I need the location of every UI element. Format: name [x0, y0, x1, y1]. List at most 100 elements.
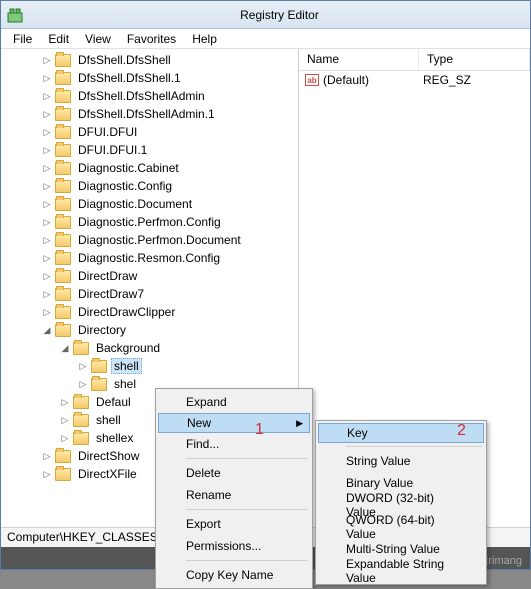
folder-icon	[55, 270, 71, 283]
tree-item[interactable]: ▷Diagnostic.Config	[9, 177, 298, 195]
tree-item[interactable]: ▷DirectDrawClipper	[9, 303, 298, 321]
folder-icon	[55, 306, 71, 319]
expand-icon[interactable]: ▷	[41, 234, 53, 246]
context-submenu-new: Key String Value Binary Value DWORD (32-…	[315, 420, 487, 585]
folder-icon	[55, 54, 71, 67]
expand-icon[interactable]: ▷	[77, 360, 89, 372]
ctx-export[interactable]: Export	[158, 513, 310, 535]
menu-favorites[interactable]: Favorites	[119, 30, 184, 48]
ctx-rename[interactable]: Rename	[158, 484, 310, 506]
tree-item[interactable]: ▷Diagnostic.Perfmon.Document	[9, 231, 298, 249]
folder-icon	[55, 324, 71, 337]
folder-icon	[55, 90, 71, 103]
folder-icon	[55, 288, 71, 301]
tree-item[interactable]: ▷Diagnostic.Document	[9, 195, 298, 213]
folder-icon	[73, 396, 89, 409]
folder-icon	[55, 144, 71, 157]
menubar: File Edit View Favorites Help	[1, 29, 530, 49]
ctx-find[interactable]: Find...	[158, 433, 310, 455]
ctx-copy-key-name[interactable]: Copy Key Name	[158, 564, 310, 586]
collapse-icon[interactable]: ◢	[59, 342, 71, 354]
tree-item-directory[interactable]: ◢Directory	[9, 321, 298, 339]
folder-icon	[55, 72, 71, 85]
submenu-arrow-icon: ▶	[296, 418, 303, 429]
regedit-icon	[7, 7, 23, 23]
tree-item[interactable]: ▷DfsShell.DfsShellAdmin	[9, 87, 298, 105]
expand-icon[interactable]: ▷	[59, 432, 71, 444]
ctx-new-expandstring[interactable]: Expandable String Value	[318, 560, 484, 582]
tree-item[interactable]: ▷DfsShell.DfsShellAdmin.1	[9, 105, 298, 123]
ctx-new-key[interactable]: Key	[318, 423, 484, 443]
folder-icon	[55, 450, 71, 463]
folder-icon	[55, 180, 71, 193]
window-title: Registry Editor	[29, 8, 530, 22]
list-header: Name Type	[299, 49, 530, 71]
col-name[interactable]: Name	[299, 49, 419, 70]
tree-item[interactable]: ▷Diagnostic.Perfmon.Config	[9, 213, 298, 231]
tree-item[interactable]: ▷Diagnostic.Resmon.Config	[9, 249, 298, 267]
expand-icon[interactable]: ▷	[59, 414, 71, 426]
expand-icon[interactable]: ▷	[41, 90, 53, 102]
menu-help[interactable]: Help	[184, 30, 225, 48]
expand-icon[interactable]: ▷	[41, 162, 53, 174]
tree-item[interactable]: ▷DFUI.DFUI	[9, 123, 298, 141]
separator	[186, 560, 308, 561]
context-menu: Expand New▶ Find... Delete Rename Export…	[155, 388, 313, 589]
separator	[186, 458, 308, 459]
string-value-icon: ab	[305, 74, 319, 86]
expand-icon[interactable]: ▷	[41, 216, 53, 228]
ctx-new-string[interactable]: String Value	[318, 450, 484, 472]
tree-item[interactable]: ▷DfsShell.DfsShell.1	[9, 69, 298, 87]
expand-icon[interactable]: ▷	[41, 468, 53, 480]
menu-edit[interactable]: Edit	[40, 30, 77, 48]
menu-file[interactable]: File	[5, 30, 40, 48]
menu-view[interactable]: View	[77, 30, 119, 48]
expand-icon[interactable]: ▷	[41, 72, 53, 84]
expand-icon[interactable]: ▷	[41, 270, 53, 282]
folder-icon	[55, 252, 71, 265]
ctx-delete[interactable]: Delete	[158, 462, 310, 484]
tree-item[interactable]: ▷Diagnostic.Cabinet	[9, 159, 298, 177]
folder-icon	[55, 162, 71, 175]
ctx-expand[interactable]: Expand	[158, 391, 310, 413]
expand-icon[interactable]: ▷	[41, 180, 53, 192]
separator	[186, 509, 308, 510]
expand-icon[interactable]: ▷	[41, 252, 53, 264]
expand-icon[interactable]: ▷	[41, 108, 53, 120]
folder-icon	[55, 198, 71, 211]
folder-icon	[55, 126, 71, 139]
expand-icon[interactable]: ▷	[59, 396, 71, 408]
value-type: REG_SZ	[423, 73, 471, 87]
ctx-permissions[interactable]: Permissions...	[158, 535, 310, 557]
list-row[interactable]: ab (Default) REG_SZ	[299, 71, 530, 89]
tree-item-background[interactable]: ◢Background	[9, 339, 298, 357]
expand-icon[interactable]: ▷	[41, 198, 53, 210]
value-name: (Default)	[323, 73, 423, 87]
folder-icon	[73, 414, 89, 427]
tree-item[interactable]: ▷DfsShell.DfsShell	[9, 51, 298, 69]
expand-icon[interactable]: ▷	[41, 144, 53, 156]
col-type[interactable]: Type	[419, 49, 530, 70]
tree-item-shell-selected[interactable]: ▷shell	[9, 357, 298, 375]
expand-icon[interactable]: ▷	[41, 306, 53, 318]
ctx-new[interactable]: New▶	[158, 413, 310, 433]
ctx-new-qword[interactable]: QWORD (64-bit) Value	[318, 516, 484, 538]
folder-icon	[73, 342, 89, 355]
folder-icon	[55, 216, 71, 229]
expand-icon[interactable]: ▷	[77, 378, 89, 390]
titlebar: Registry Editor	[1, 1, 530, 29]
folder-icon	[55, 108, 71, 121]
expand-icon[interactable]: ▷	[41, 450, 53, 462]
tree-item[interactable]: ▷DirectDraw	[9, 267, 298, 285]
expand-icon[interactable]: ▷	[41, 126, 53, 138]
expand-icon[interactable]: ▷	[41, 288, 53, 300]
collapse-icon[interactable]: ◢	[41, 324, 53, 336]
folder-icon	[91, 360, 107, 373]
folder-icon	[73, 432, 89, 445]
expand-icon[interactable]: ▷	[41, 54, 53, 66]
tree-item[interactable]: ▷DFUI.DFUI.1	[9, 141, 298, 159]
folder-icon	[91, 378, 107, 391]
tree-item[interactable]: ▷DirectDraw7	[9, 285, 298, 303]
folder-icon	[55, 234, 71, 247]
separator	[346, 446, 482, 447]
